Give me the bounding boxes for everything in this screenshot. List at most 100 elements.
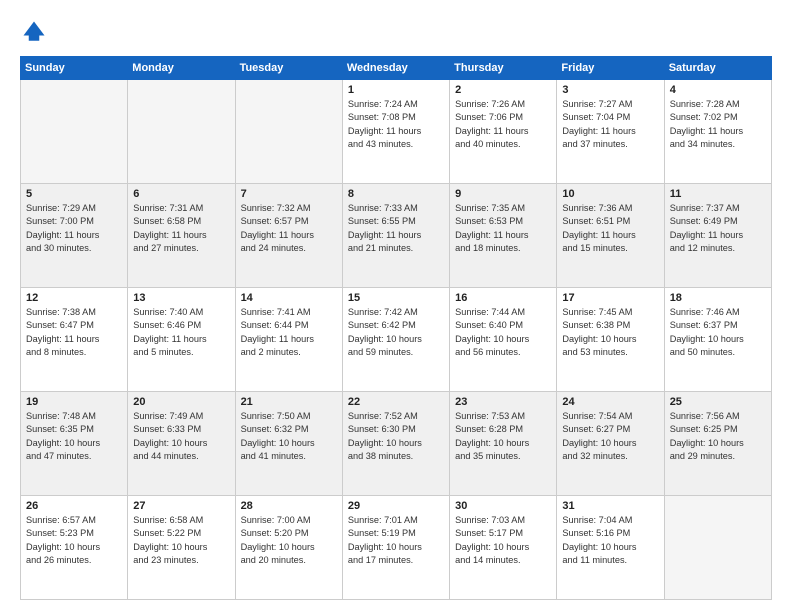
header (20, 18, 772, 46)
weekday-header-wednesday: Wednesday (342, 57, 449, 80)
day-number: 14 (241, 292, 337, 304)
calendar-cell: 9 Sunrise: 7:35 AM Sunset: 6:53 PM Daylig… (450, 184, 557, 288)
day-number: 13 (133, 292, 229, 304)
calendar-cell: 12 Sunrise: 7:38 AM Sunset: 6:47 PM Dayli… (21, 288, 128, 392)
day-number: 21 (241, 396, 337, 408)
day-info: Sunrise: 7:46 AM Sunset: 6:37 PM Dayligh… (670, 306, 766, 359)
calendar-cell: 31 Sunrise: 7:04 AM Sunset: 5:16 PM Dayli… (557, 496, 664, 600)
day-number: 29 (348, 500, 444, 512)
day-info: Sunrise: 7:35 AM Sunset: 6:53 PM Dayligh… (455, 202, 551, 255)
calendar-row-2: 12 Sunrise: 7:38 AM Sunset: 6:47 PM Dayli… (21, 288, 772, 392)
day-number: 27 (133, 500, 229, 512)
calendar-cell (664, 496, 771, 600)
calendar-cell: 14 Sunrise: 7:41 AM Sunset: 6:44 PM Dayli… (235, 288, 342, 392)
calendar-cell: 22 Sunrise: 7:52 AM Sunset: 6:30 PM Dayli… (342, 392, 449, 496)
day-number: 5 (26, 188, 122, 200)
calendar-cell: 2 Sunrise: 7:26 AM Sunset: 7:06 PM Daylig… (450, 80, 557, 184)
day-number: 10 (562, 188, 658, 200)
calendar-cell (235, 80, 342, 184)
day-info: Sunrise: 7:37 AM Sunset: 6:49 PM Dayligh… (670, 202, 766, 255)
day-info: Sunrise: 7:28 AM Sunset: 7:02 PM Dayligh… (670, 98, 766, 151)
day-info: Sunrise: 7:03 AM Sunset: 5:17 PM Dayligh… (455, 514, 551, 567)
calendar-cell: 4 Sunrise: 7:28 AM Sunset: 7:02 PM Daylig… (664, 80, 771, 184)
calendar-row-3: 19Sunrise: 7:48 AM Sunset: 6:35 PM Dayli… (21, 392, 772, 496)
day-number: 9 (455, 188, 551, 200)
logo (20, 18, 52, 46)
day-number: 15 (348, 292, 444, 304)
day-number: 28 (241, 500, 337, 512)
day-number: 2 (455, 84, 551, 96)
day-info: Sunrise: 7:24 AM Sunset: 7:08 PM Dayligh… (348, 98, 444, 151)
day-info: Sunrise: 7:56 AM Sunset: 6:25 PM Dayligh… (670, 410, 766, 463)
weekday-header-tuesday: Tuesday (235, 57, 342, 80)
calendar-cell: 7 Sunrise: 7:32 AM Sunset: 6:57 PM Daylig… (235, 184, 342, 288)
calendar-cell: 18Sunrise: 7:46 AM Sunset: 6:37 PM Dayli… (664, 288, 771, 392)
day-info: Sunrise: 7:48 AM Sunset: 6:35 PM Dayligh… (26, 410, 122, 463)
day-number: 20 (133, 396, 229, 408)
day-number: 17 (562, 292, 658, 304)
day-info: Sunrise: 7:42 AM Sunset: 6:42 PM Dayligh… (348, 306, 444, 359)
calendar-row-1: 5 Sunrise: 7:29 AM Sunset: 7:00 PM Daylig… (21, 184, 772, 288)
day-number: 25 (670, 396, 766, 408)
calendar-cell: 16 Sunrise: 7:44 AM Sunset: 6:40 PM Dayli… (450, 288, 557, 392)
day-info: Sunrise: 7:49 AM Sunset: 6:33 PM Dayligh… (133, 410, 229, 463)
calendar-cell: 3Sunrise: 7:27 AM Sunset: 7:04 PM Daylig… (557, 80, 664, 184)
calendar-cell: 21 Sunrise: 7:50 AM Sunset: 6:32 PM Dayli… (235, 392, 342, 496)
day-info: Sunrise: 7:32 AM Sunset: 6:57 PM Dayligh… (241, 202, 337, 255)
day-info: Sunrise: 7:00 AM Sunset: 5:20 PM Dayligh… (241, 514, 337, 567)
day-info: Sunrise: 7:01 AM Sunset: 5:19 PM Dayligh… (348, 514, 444, 567)
day-info: Sunrise: 7:31 AM Sunset: 6:58 PM Dayligh… (133, 202, 229, 255)
calendar-cell: 30Sunrise: 7:03 AM Sunset: 5:17 PM Dayli… (450, 496, 557, 600)
day-info: Sunrise: 7:50 AM Sunset: 6:32 PM Dayligh… (241, 410, 337, 463)
calendar-cell: 27 Sunrise: 6:58 AM Sunset: 5:22 PM Dayli… (128, 496, 235, 600)
calendar-cell: 20 Sunrise: 7:49 AM Sunset: 6:33 PM Dayli… (128, 392, 235, 496)
weekday-header-sunday: Sunday (21, 57, 128, 80)
weekday-header-friday: Friday (557, 57, 664, 80)
weekday-header-thursday: Thursday (450, 57, 557, 80)
calendar-cell: 25 Sunrise: 7:56 AM Sunset: 6:25 PM Dayli… (664, 392, 771, 496)
day-number: 24 (562, 396, 658, 408)
day-info: Sunrise: 7:45 AM Sunset: 6:38 PM Dayligh… (562, 306, 658, 359)
calendar-cell: 8Sunrise: 7:33 AM Sunset: 6:55 PM Daylig… (342, 184, 449, 288)
weekday-header-row: SundayMondayTuesdayWednesdayThursdayFrid… (21, 57, 772, 80)
day-number: 1 (348, 84, 444, 96)
calendar-cell: 5 Sunrise: 7:29 AM Sunset: 7:00 PM Daylig… (21, 184, 128, 288)
calendar-cell (128, 80, 235, 184)
calendar-cell: 26 Sunrise: 6:57 AM Sunset: 5:23 PM Dayli… (21, 496, 128, 600)
day-info: Sunrise: 7:41 AM Sunset: 6:44 PM Dayligh… (241, 306, 337, 359)
day-info: Sunrise: 7:33 AM Sunset: 6:55 PM Dayligh… (348, 202, 444, 255)
calendar-cell: 13Sunrise: 7:40 AM Sunset: 6:46 PM Dayli… (128, 288, 235, 392)
weekday-header-monday: Monday (128, 57, 235, 80)
day-number: 12 (26, 292, 122, 304)
day-number: 7 (241, 188, 337, 200)
day-number: 16 (455, 292, 551, 304)
day-number: 23 (455, 396, 551, 408)
calendar-row-0: 1 Sunrise: 7:24 AM Sunset: 7:08 PM Daylig… (21, 80, 772, 184)
day-info: Sunrise: 6:57 AM Sunset: 5:23 PM Dayligh… (26, 514, 122, 567)
logo-icon (20, 18, 48, 46)
day-number: 26 (26, 500, 122, 512)
calendar-cell: 1 Sunrise: 7:24 AM Sunset: 7:08 PM Daylig… (342, 80, 449, 184)
day-info: Sunrise: 7:53 AM Sunset: 6:28 PM Dayligh… (455, 410, 551, 463)
calendar-cell: 17 Sunrise: 7:45 AM Sunset: 6:38 PM Dayli… (557, 288, 664, 392)
day-number: 4 (670, 84, 766, 96)
day-info: Sunrise: 7:26 AM Sunset: 7:06 PM Dayligh… (455, 98, 551, 151)
page: SundayMondayTuesdayWednesdayThursdayFrid… (0, 0, 792, 612)
day-number: 22 (348, 396, 444, 408)
calendar-cell (21, 80, 128, 184)
calendar-table: SundayMondayTuesdayWednesdayThursdayFrid… (20, 56, 772, 600)
day-number: 6 (133, 188, 229, 200)
day-info: Sunrise: 7:52 AM Sunset: 6:30 PM Dayligh… (348, 410, 444, 463)
day-number: 31 (562, 500, 658, 512)
day-info: Sunrise: 6:58 AM Sunset: 5:22 PM Dayligh… (133, 514, 229, 567)
calendar-cell: 29 Sunrise: 7:01 AM Sunset: 5:19 PM Dayli… (342, 496, 449, 600)
day-number: 11 (670, 188, 766, 200)
calendar-cell: 6 Sunrise: 7:31 AM Sunset: 6:58 PM Daylig… (128, 184, 235, 288)
day-info: Sunrise: 7:04 AM Sunset: 5:16 PM Dayligh… (562, 514, 658, 567)
day-info: Sunrise: 7:38 AM Sunset: 6:47 PM Dayligh… (26, 306, 122, 359)
day-info: Sunrise: 7:29 AM Sunset: 7:00 PM Dayligh… (26, 202, 122, 255)
weekday-header-saturday: Saturday (664, 57, 771, 80)
calendar-cell: 15 Sunrise: 7:42 AM Sunset: 6:42 PM Dayli… (342, 288, 449, 392)
day-info: Sunrise: 7:44 AM Sunset: 6:40 PM Dayligh… (455, 306, 551, 359)
calendar-cell: 28 Sunrise: 7:00 AM Sunset: 5:20 PM Dayli… (235, 496, 342, 600)
